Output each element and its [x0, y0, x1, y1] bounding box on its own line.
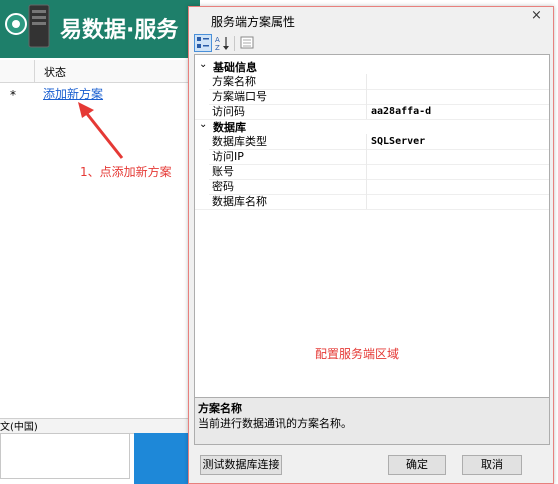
row-gutter — [195, 164, 209, 179]
annotation-arrow-icon — [78, 102, 124, 159]
property-row-password[interactable]: 密码 — [195, 179, 549, 195]
property-row-account[interactable]: 账号 — [195, 164, 549, 180]
property-pages-icon[interactable] — [238, 34, 256, 52]
property-value[interactable] — [371, 164, 546, 179]
close-icon[interactable]: × — [531, 8, 542, 23]
column-header-status[interactable]: 状态 — [44, 64, 66, 80]
row-gutter — [195, 104, 209, 119]
property-name: 密码 — [212, 180, 234, 193]
column-divider — [366, 74, 367, 89]
property-name: 数据库类型 — [212, 135, 267, 148]
property-name: 方案端口号 — [212, 90, 267, 103]
taskbar-block — [134, 433, 190, 484]
column-divider — [366, 104, 367, 119]
categorized-view-icon[interactable] — [194, 34, 212, 52]
property-grid: ⌄ 基础信息 方案名称 方案端口号 访问码 aa28affa-d ⌄ 数据库 数… — [194, 54, 550, 398]
category-basic-info[interactable]: ⌄ 基础信息 — [195, 59, 549, 74]
chevron-down-icon[interactable]: ⌄ — [199, 59, 207, 70]
table-header — [0, 60, 190, 83]
property-name: 数据库名称 — [212, 195, 267, 208]
column-divider — [366, 134, 367, 149]
annotation-add-plan: 1、点添加新方案 — [80, 165, 172, 179]
test-db-connection-button[interactable]: 测试数据库连接 — [200, 455, 282, 475]
svg-text:Z: Z — [215, 44, 220, 52]
annotation-config-area: 配置服务端区域 — [315, 347, 400, 361]
property-name: 访问码 — [212, 105, 245, 118]
app-title: 易数据·服务 — [60, 18, 179, 43]
toolbar-separator — [234, 36, 235, 51]
server-icon — [28, 4, 50, 48]
property-name: 访问IP — [212, 150, 244, 163]
property-value[interactable] — [371, 194, 546, 209]
property-row-db-name[interactable]: 数据库名称 — [195, 194, 549, 210]
server-plan-properties-dialog: 服务端方案属性 × AZ ⌄ 基础信息 方案名称 方案端口号 访问码 aa28a… — [188, 6, 554, 484]
row-gutter — [195, 149, 209, 164]
cancel-button[interactable]: 取消 — [462, 455, 522, 475]
property-value[interactable] — [371, 74, 546, 89]
lower-panel — [0, 433, 130, 479]
new-row-marker: * — [10, 88, 16, 102]
category-label: 数据库 — [213, 121, 246, 134]
ok-button[interactable]: 确定 — [388, 455, 446, 475]
row-gutter — [195, 89, 209, 104]
column-divider — [366, 164, 367, 179]
property-row-access-code[interactable]: 访问码 aa28affa-d — [195, 104, 549, 120]
dialog-title: 服务端方案属性 — [211, 15, 296, 29]
row-gutter — [195, 194, 209, 209]
row-gutter — [195, 74, 209, 89]
category-label: 基础信息 — [213, 61, 257, 74]
property-value[interactable] — [371, 149, 546, 164]
sort-alphabetical-icon[interactable]: AZ — [214, 34, 232, 52]
property-value[interactable] — [371, 179, 546, 194]
row-gutter — [195, 134, 209, 149]
chevron-down-icon[interactable]: ⌄ — [199, 119, 207, 130]
column-divider — [366, 179, 367, 194]
description-text: 当前进行数据通讯的方案名称。 — [198, 417, 352, 430]
category-database[interactable]: ⌄ 数据库 — [195, 119, 549, 134]
property-value[interactable]: SQLServer — [371, 134, 546, 149]
property-name: 方案名称 — [212, 75, 256, 88]
property-value[interactable] — [371, 89, 546, 104]
property-name: 账号 — [212, 165, 234, 178]
svg-text:A: A — [215, 36, 220, 44]
column-divider — [34, 60, 35, 82]
description-title: 方案名称 — [198, 402, 242, 415]
column-divider — [366, 149, 367, 164]
property-value[interactable]: aa28affa-d — [371, 104, 546, 119]
property-row-db-type[interactable]: 数据库类型 SQLServer — [195, 134, 549, 150]
row-gutter — [195, 179, 209, 194]
description-panel: 方案名称 当前进行数据通讯的方案名称。 — [194, 397, 550, 445]
column-divider — [366, 194, 367, 209]
status-text: 文(中国) — [0, 422, 38, 433]
gear-icon — [5, 13, 27, 35]
property-row-plan-name[interactable]: 方案名称 — [195, 74, 549, 90]
property-row-port[interactable]: 方案端口号 — [195, 89, 549, 105]
column-divider — [366, 89, 367, 104]
property-toolbar: AZ — [192, 34, 548, 54]
property-row-access-ip[interactable]: 访问IP — [195, 149, 549, 165]
